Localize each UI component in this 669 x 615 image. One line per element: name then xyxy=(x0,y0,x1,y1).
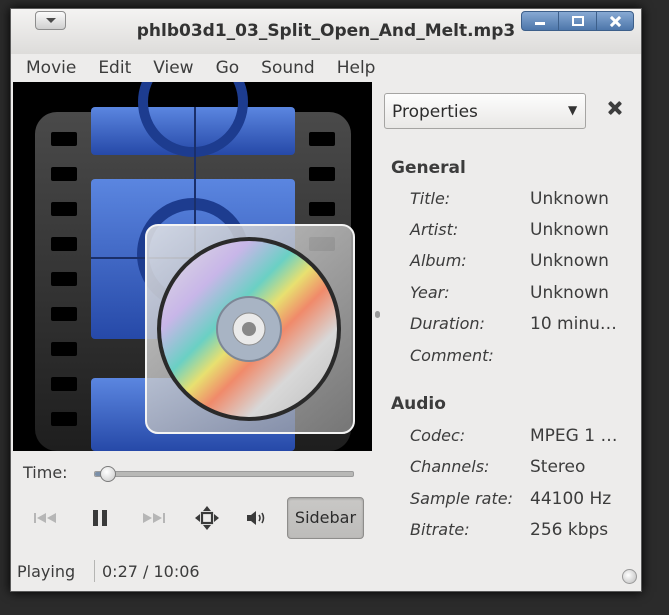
seek-slider-thumb[interactable] xyxy=(99,466,116,482)
property-key: Channels: xyxy=(410,457,490,476)
seek-slider[interactable] xyxy=(94,466,354,482)
property-key: Artist: xyxy=(410,220,459,239)
property-value: Stereo xyxy=(530,457,586,477)
property-key: Year: xyxy=(410,283,450,302)
general-heading: General xyxy=(391,158,466,178)
audio-heading: Audio xyxy=(391,394,446,414)
property-key: Comment: xyxy=(410,346,494,365)
property-row-comment: Comment: xyxy=(383,346,641,370)
sidebar-panel-select-value: Properties xyxy=(392,102,478,122)
property-row-album: Album: Unknown xyxy=(383,251,641,275)
menu-movie[interactable]: Movie xyxy=(26,54,76,82)
status-separator xyxy=(94,560,95,582)
property-row-year: Year: Unknown xyxy=(383,283,641,307)
menu-help[interactable]: Help xyxy=(337,54,376,82)
resize-grip-icon[interactable] xyxy=(622,569,637,584)
playback-time: 0:27 / 10:06 xyxy=(102,562,200,581)
property-key: Title: xyxy=(410,189,451,208)
totem-window: phlb03d1_03_Split_Open_And_Melt.mp3 Movi… xyxy=(10,8,642,592)
maximize-icon[interactable] xyxy=(558,11,597,31)
time-label: Time: xyxy=(23,463,68,482)
property-row-duration: Duration: 10 minu… xyxy=(383,314,641,338)
menu-edit[interactable]: Edit xyxy=(98,54,131,82)
window-controls xyxy=(521,11,634,31)
film-disc-artwork-icon xyxy=(35,82,355,451)
menu-sound[interactable]: Sound xyxy=(261,54,315,82)
property-value: MPEG 1 … xyxy=(530,426,618,446)
property-key: Duration: xyxy=(410,314,485,333)
property-value: Unknown xyxy=(530,189,609,209)
title-bar[interactable]: phlb03d1_03_Split_Open_And_Melt.mp3 xyxy=(11,9,641,54)
skip-previous-icon[interactable] xyxy=(28,503,64,533)
sidebar-toggle-button[interactable]: Sidebar xyxy=(287,497,364,539)
menu-go[interactable]: Go xyxy=(216,54,240,82)
pane-resize-handle[interactable] xyxy=(375,311,380,318)
property-value: 256 kbps xyxy=(530,520,609,540)
dropdown-arrow-icon: ▼ xyxy=(568,103,578,117)
sidebar-panel-select[interactable]: Properties ▼ xyxy=(384,93,586,129)
video-area[interactable] xyxy=(13,82,372,451)
property-row-channels: Channels: Stereo xyxy=(383,457,641,481)
menu-view[interactable]: View xyxy=(153,54,193,82)
property-value: Unknown xyxy=(530,220,609,240)
property-key: Sample rate: xyxy=(410,489,513,508)
property-key: Bitrate: xyxy=(410,520,470,539)
property-row-codec: Codec: MPEG 1 … xyxy=(383,426,641,450)
property-row-title: Title: Unknown xyxy=(383,189,641,213)
minimize-icon[interactable] xyxy=(521,11,560,31)
property-value: 44100 Hz xyxy=(530,489,612,509)
property-key: Codec: xyxy=(410,426,466,445)
pause-icon[interactable] xyxy=(82,503,118,533)
property-value: Unknown xyxy=(530,251,609,271)
sidebar-panel: Properties ▼ General Title: Unknown Arti… xyxy=(383,82,641,542)
property-row-sample-rate: Sample rate: 44100 Hz xyxy=(383,489,641,513)
property-value: 10 minu… xyxy=(530,314,617,334)
close-icon[interactable] xyxy=(595,11,634,31)
status-bar: Playing 0:27 / 10:06 xyxy=(11,550,641,591)
fullscreen-icon[interactable] xyxy=(189,503,225,533)
property-key: Album: xyxy=(410,251,467,270)
sidebar-close-icon[interactable] xyxy=(603,97,627,121)
property-row-artist: Artist: Unknown xyxy=(383,220,641,244)
property-value: Unknown xyxy=(530,283,609,303)
playback-state: Playing xyxy=(17,562,76,581)
volume-icon[interactable] xyxy=(239,503,275,533)
skip-next-icon[interactable] xyxy=(135,503,171,533)
property-row-bitrate: Bitrate: 256 kbps xyxy=(383,520,641,544)
menu-bar: Movie Edit View Go Sound Help xyxy=(11,54,641,82)
